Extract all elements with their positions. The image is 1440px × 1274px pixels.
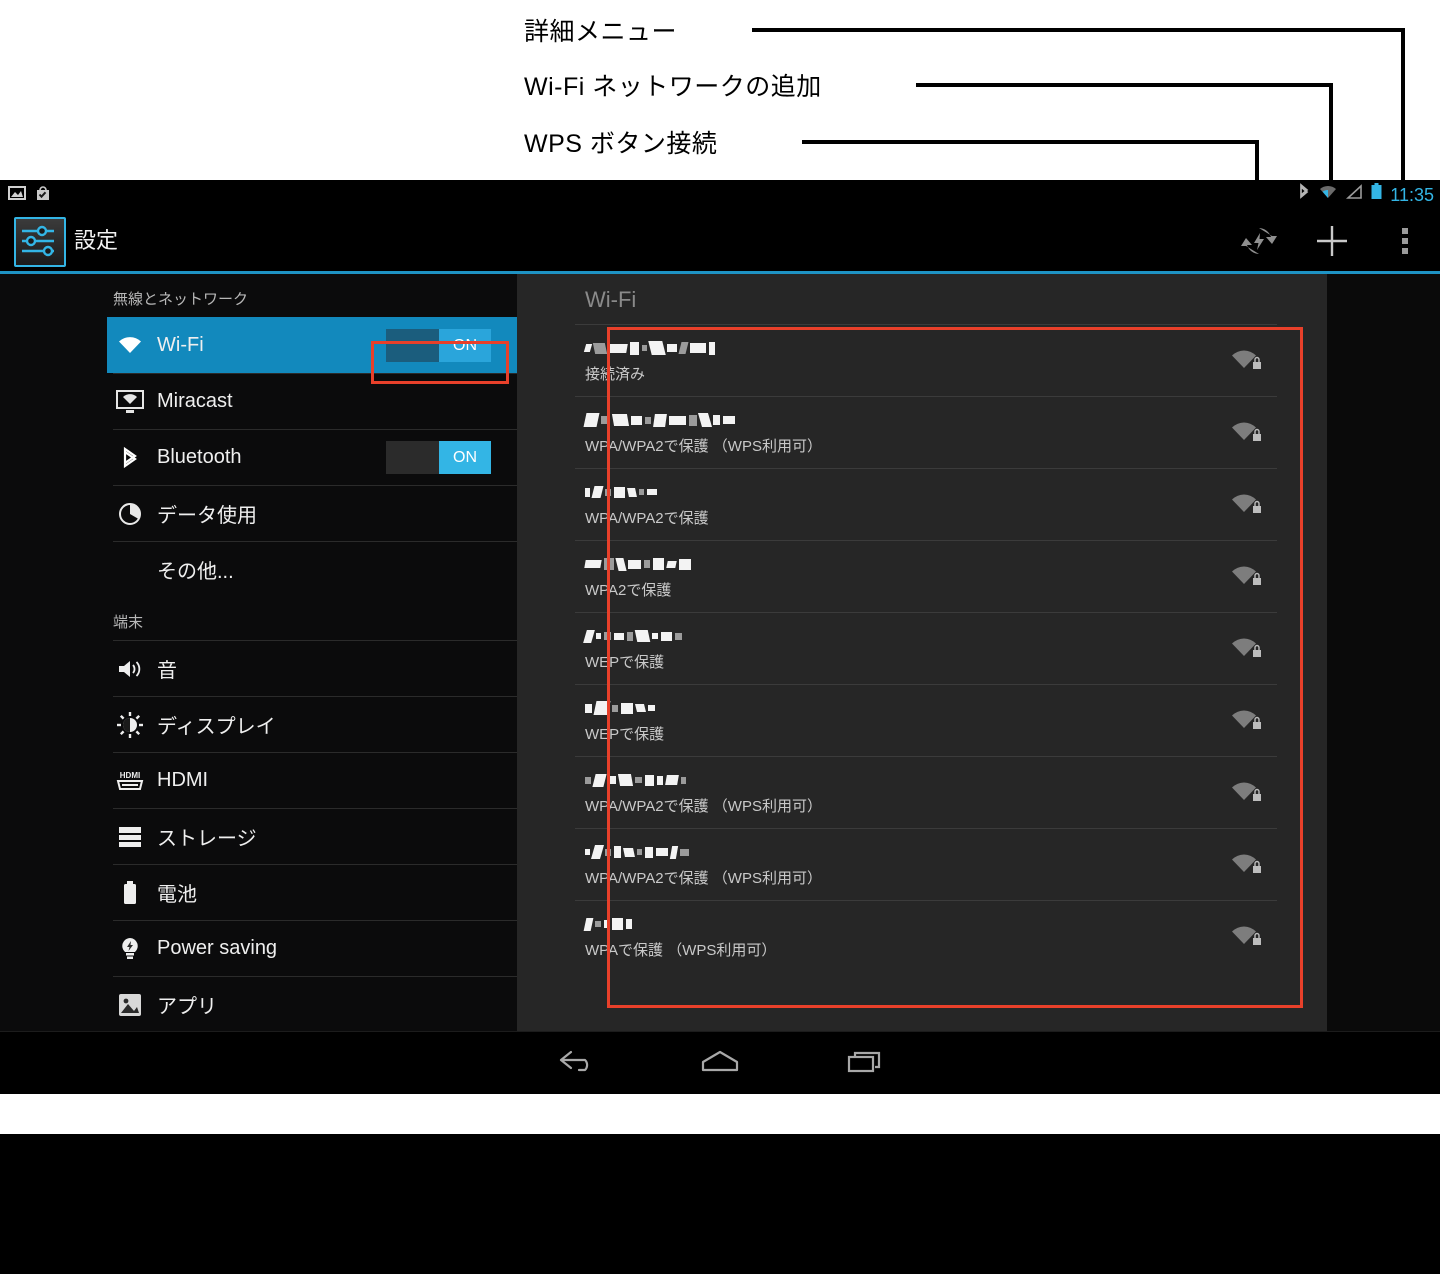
screen-bottom-margin [0,1094,1440,1134]
settings-sidebar: 無線とネットワーク Wi-Fi ON Miracast Bluetooth ON… [0,274,517,1031]
sidebar-item-label-storage: ストレージ [157,828,257,850]
status-bar-left-icons [8,184,52,207]
sidebar-item-storage[interactable]: ストレージ [113,808,517,864]
battery-icon [1370,182,1383,207]
sidebar-item-label-apps: アプリ [157,996,217,1018]
sidebar-item-label-power-saving: Power saving [157,937,278,959]
settings-content: 無線とネットワーク Wi-Fi ON Miracast Bluetooth ON… [0,274,1440,1031]
battery-icon [113,878,147,908]
recents-button[interactable] [830,1044,900,1084]
callout-label-wps: WPS ボタン接続 [524,130,718,158]
callout-line-wps-h [802,140,1258,144]
home-icon [697,1048,743,1081]
callout-label-add-network: Wi-Fi ネットワークの追加 [524,73,822,101]
page-title: 設定 [74,228,119,253]
data-usage-icon [113,499,147,529]
recents-icon [845,1048,885,1081]
wifi-panel-title: Wi-Fi [585,287,637,312]
panel-right-gutter [1327,274,1440,1031]
annotation-callouts: 詳細メニュー Wi-Fi ネットワークの追加 WPS ボタン接続 [0,0,1440,218]
back-arrow-icon [557,1048,599,1081]
play-store-update-icon [34,184,52,207]
status-bar-right-icons: 11:35 [1297,182,1434,207]
screenshot-icon [8,184,26,207]
sidebar-item-power-saving[interactable]: Power saving [113,920,517,976]
hdmi-icon: HDMI [113,766,147,796]
status-bar-clock: 11:35 [1390,184,1434,205]
apps-icon [113,990,147,1020]
sidebar-item-apps[interactable]: アプリ [113,976,517,1032]
sidebar-item-label-sound: 音 [157,660,177,682]
sidebar-item-bluetooth[interactable]: Bluetooth ON [113,429,517,485]
sound-icon [113,654,147,684]
miracast-icon [113,387,147,417]
wps-refresh-icon [1241,223,1277,264]
plus-icon [1315,224,1349,263]
sidebar-section-header-device: 端末 [113,614,144,631]
sidebar-item-label-battery: 電池 [157,884,197,906]
sidebar-item-label-wifi: Wi-Fi [157,334,204,356]
wifi-signal-icon [1318,183,1338,206]
navigation-bar [0,1031,1440,1095]
bluetooth-icon [1297,182,1311,207]
callout-line-overflow-h [752,28,1405,32]
sidebar-item-more[interactable]: その他... [113,541,517,597]
settings-sliders-icon [14,217,66,267]
callout-line-add-h [916,83,1333,87]
overflow-dots-icon [1400,224,1410,263]
power-saving-icon [113,934,147,964]
sidebar-item-battery[interactable]: 電池 [113,864,517,920]
sidebar-item-hdmi[interactable]: HDMI HDMI [113,752,517,808]
sidebar-item-display[interactable]: ディスプレイ [113,696,517,752]
cellular-signal-icon [1345,183,1363,206]
bluetooth-toggle-track [386,441,439,474]
sidebar-item-label-hdmi: HDMI [157,769,209,791]
add-network-button[interactable] [1308,223,1356,263]
back-button[interactable] [543,1044,613,1084]
sidebar-item-label-data-usage: データ使用 [157,505,257,527]
status-bar: 11:35 [0,180,1440,207]
bluetooth-icon [113,443,147,473]
svg-text:HDMI: HDMI [120,771,140,780]
sidebar-item-sound[interactable]: 音 [113,640,517,696]
home-button[interactable] [685,1044,755,1084]
display-icon [113,710,147,740]
callout-label-overflow-menu: 詳細メニュー [524,18,678,46]
sidebar-item-label-bluetooth: Bluetooth [157,446,242,468]
wps-button[interactable] [1235,223,1283,263]
storage-icon [113,822,147,852]
sidebar-item-label-display: ディスプレイ [157,716,276,738]
sidebar-item-data-usage[interactable]: データ使用 [113,485,517,541]
device-screen: 11:35 設定 無線とネットワーク Wi-Fi ON Miracast Blu… [0,180,1440,1274]
action-bar: 設定 [0,207,1440,274]
sidebar-item-label-miracast: Miracast [157,390,233,412]
sidebar-section-header-wireless: 無線とネットワーク [113,291,249,308]
highlight-box-wifi-toggle [371,341,509,384]
highlight-box-network-list [607,327,1303,1008]
bluetooth-toggle[interactable]: ON [386,441,491,474]
sidebar-item-label-more: その他... [157,561,234,583]
overflow-menu-button[interactable] [1381,223,1429,263]
wifi-icon [113,331,147,361]
bluetooth-toggle-state: ON [439,441,491,474]
